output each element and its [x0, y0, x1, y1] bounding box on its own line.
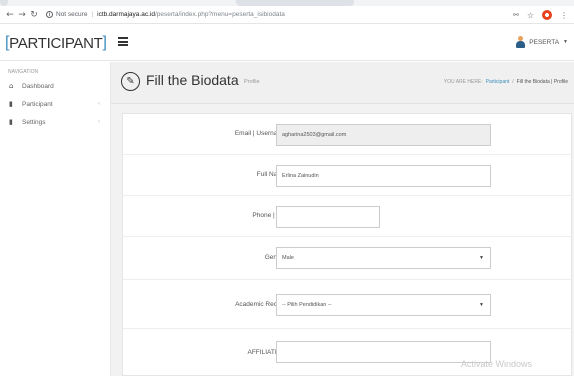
page-title: Fill the Biodata: [146, 72, 239, 88]
screen: ← → ↻ i Not secure | ictb.darmajaya.ac.i…: [0, 0, 574, 376]
brand-bracket-close: ]: [102, 34, 107, 51]
fullname-field[interactable]: Erlina Zainudin: [276, 165, 491, 187]
email-field[interactable]: agharina2503@gmail.com: [276, 124, 491, 146]
address-bar[interactable]: i Not secure | ictb.darmajaya.ac.id /pes…: [46, 8, 285, 22]
url-host: ictb.darmajaya.ac.id: [97, 11, 155, 18]
activate-windows-watermark: Activate Windows: [461, 359, 533, 369]
pencil-icon: ✎: [121, 72, 140, 91]
sidebar-item-dashboard[interactable]: ⌂ Dashboard: [0, 77, 110, 95]
info-icon[interactable]: i: [46, 11, 53, 18]
biodata-form: Email | Username : agharina2503@gmail.co…: [122, 113, 573, 376]
phone-field[interactable]: [276, 206, 380, 228]
gender-select[interactable]: Male ▼: [276, 247, 491, 269]
form-row-phone: Phone | WA :: [123, 196, 573, 237]
sidebar-item-settings[interactable]: ▮ Settings ‹: [0, 113, 110, 131]
address-separator: |: [91, 11, 94, 18]
breadcrumb-current: Fill the Biodata | Profile: [516, 79, 568, 85]
breadcrumb-separator: /: [512, 79, 514, 85]
reload-icon[interactable]: ↻: [28, 8, 40, 22]
academic-select[interactable]: -- Pilih Pendidikan -- ▼: [276, 294, 491, 316]
gender-value: Male: [282, 255, 294, 261]
nav-heading: NAVIGATION: [8, 69, 39, 75]
security-label: Not secure: [56, 11, 88, 18]
form-row-fullname: Full Name : Erlina Zainudin: [123, 155, 573, 196]
forward-arrow-icon[interactable]: →: [16, 8, 28, 22]
brand-logo[interactable]: [ PARTICIPANT ]: [0, 25, 111, 61]
extension-icon[interactable]: [542, 10, 552, 20]
user-avatar-icon: [516, 36, 526, 48]
dropdown-arrow-icon: ▼: [479, 255, 484, 261]
breadcrumb: YOU ARE HERE: Participant / Fill the Bio…: [444, 79, 568, 85]
affiliation-field[interactable]: [276, 341, 491, 363]
academic-value: -- Pilih Pendidikan --: [282, 302, 332, 308]
breadcrumb-prefix: YOU ARE HERE:: [443, 79, 483, 85]
main-content: ✎ Fill the Biodata Profile YOU ARE HERE:…: [111, 62, 574, 376]
sidebar-item-label: Participant: [22, 100, 53, 108]
sidebar-item-label: Settings: [22, 118, 46, 126]
form-row-academic: Academic Record : -- Pilih Pendidikan --…: [123, 280, 573, 329]
form-row-email: Email | Username : agharina2503@gmail.co…: [123, 114, 573, 155]
page-subtitle: Profile: [244, 79, 260, 85]
sidebar-item-label: Dashboard: [22, 82, 54, 90]
fullname-value: Erlina Zainudin: [282, 173, 319, 179]
app-header: [ PARTICIPANT ] PESERTA ▼: [0, 25, 574, 61]
file-icon: ▮: [9, 100, 13, 108]
user-menu[interactable]: PESERTA ▼: [516, 36, 568, 48]
sidebar: NAVIGATION ⌂ Dashboard ▮ Participant ‹ ▮…: [0, 62, 111, 376]
file-icon: ▮: [9, 118, 13, 126]
home-icon: ⌂: [9, 82, 14, 90]
menu-dots-icon[interactable]: ⋮: [560, 11, 568, 20]
star-icon[interactable]: ☆: [527, 11, 534, 20]
brand-text: PARTICIPANT: [9, 34, 103, 52]
key-icon[interactable]: ⚯: [513, 11, 519, 19]
sidebar-item-participant[interactable]: ▮ Participant ‹: [0, 95, 110, 113]
back-arrow-icon[interactable]: ←: [4, 8, 16, 22]
browser-toolbar: ← → ↻ i Not secure | ictb.darmajaya.ac.i…: [0, 6, 574, 24]
url-path: /peserta/index.php?menu=peserta_isibioda…: [154, 11, 285, 18]
page-header: ✎ Fill the Biodata Profile YOU ARE HERE:…: [111, 62, 574, 104]
hamburger-menu-icon[interactable]: [118, 37, 128, 47]
email-value: agharina2503@gmail.com: [282, 132, 347, 138]
form-row-gender: Gender : Male ▼: [123, 237, 573, 280]
breadcrumb-link-participant[interactable]: Participant: [486, 79, 510, 85]
chevron-left-icon: ‹: [98, 101, 100, 107]
dropdown-arrow-icon: ▼: [479, 302, 484, 308]
user-label: PESERTA: [529, 38, 560, 46]
chevron-left-icon: ‹: [98, 119, 100, 125]
caret-down-icon: ▼: [563, 39, 568, 45]
